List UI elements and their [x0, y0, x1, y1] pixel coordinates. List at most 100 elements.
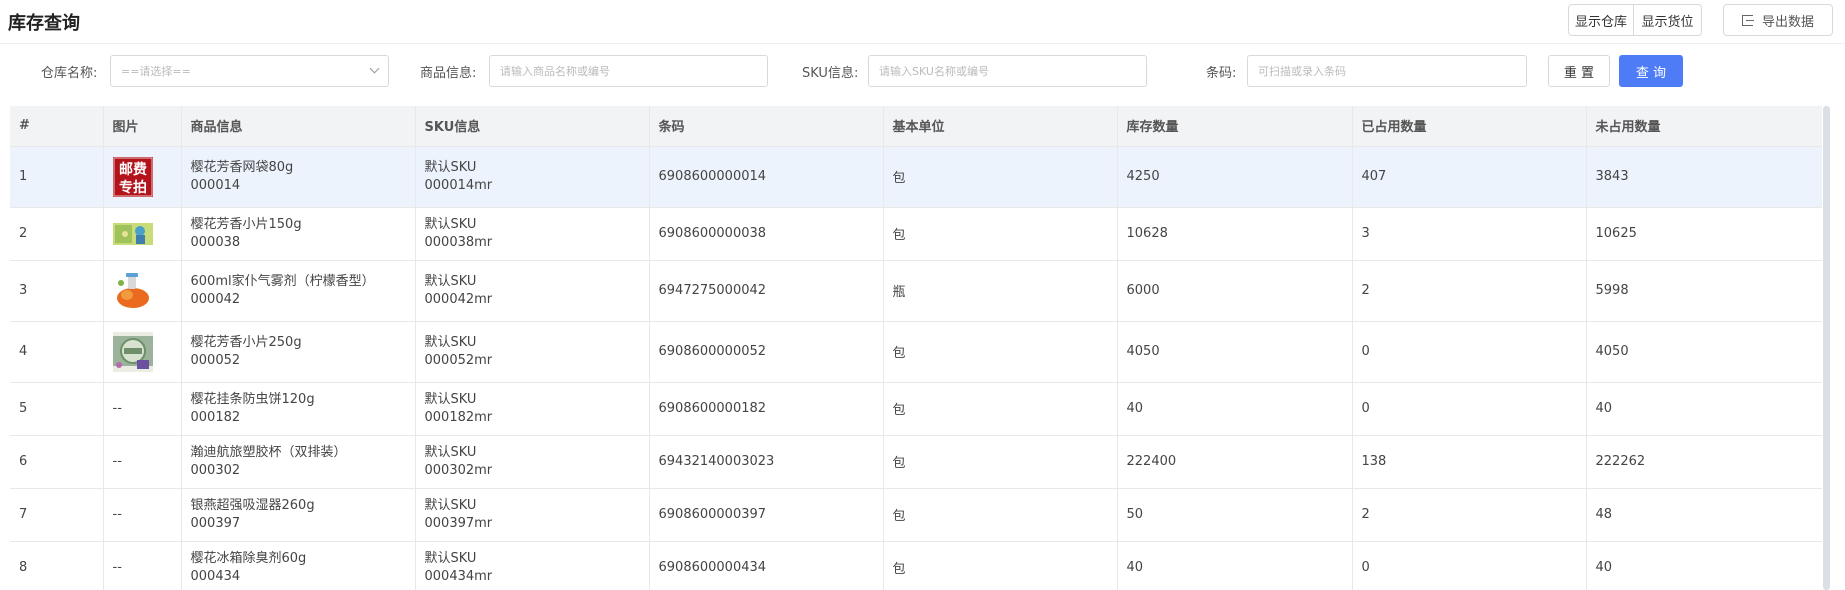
barcode-cell: 6908600000434	[649, 541, 884, 590]
barcode-cell: 69432140003023	[649, 435, 884, 489]
column-header-sku[interactable]: SKU信息	[415, 106, 650, 147]
sku-code: 000014mr	[424, 177, 493, 193]
show-location-button[interactable]: 显示货位	[1634, 4, 1702, 36]
unit-cell: 包	[883, 435, 1118, 489]
table-row[interactable]: 5 -- 樱花挂条防虫饼120g 000182 默认SKU 000182mr 6…	[10, 382, 1822, 436]
column-header-unit[interactable]: 基本单位	[883, 106, 1118, 147]
free-cell: 3843	[1586, 146, 1822, 208]
product-code: 000397	[190, 515, 241, 531]
product-name: 樱花挂条防虫饼120g	[190, 391, 315, 407]
occupied-cell: 0	[1352, 382, 1587, 436]
sku-input-placeholder: 请输入SKU名称或编号	[879, 65, 989, 78]
air-freshener-pack-thumbnail[interactable]	[112, 214, 153, 254]
free-cell: 10625	[1586, 207, 1822, 261]
occupied-cell: 3	[1352, 207, 1587, 261]
free-cell: 40	[1586, 541, 1822, 590]
warehouse-select-placeholder: ==请选择==	[121, 65, 191, 78]
row-index: 8	[10, 541, 104, 590]
product-info-cell: 樱花冰箱除臭剂60g 000434	[181, 541, 416, 590]
sku-code: 000434mr	[424, 568, 493, 584]
inventory-table-container: # 图片 商品信息 SKU信息 条码 基本单位 库存数量 已占用数量 未占用数量…	[10, 106, 1822, 590]
no-image-placeholder: --	[103, 382, 182, 436]
barcode-input-placeholder: 可扫描或录入条码	[1258, 65, 1346, 78]
table-row[interactable]: 2 樱花芳香小片150g 000038 默认SKU 000038mr 69086…	[10, 207, 1822, 261]
column-header-stock[interactable]: 库存数量	[1117, 106, 1353, 147]
sku-name: 默认SKU	[424, 497, 477, 513]
barcode-input[interactable]: 可扫描或录入条码	[1247, 55, 1527, 87]
sku-name: 默认SKU	[424, 159, 477, 175]
product-info-cell: 樱花芳香小片250g 000052	[181, 321, 416, 383]
product-info-cell: 600ml家仆气雾剂（柠檬香型） 000042	[181, 260, 416, 322]
row-index: 1	[10, 146, 104, 208]
column-header-index[interactable]: #	[10, 106, 104, 147]
warehouse-label: 仓库名称:	[41, 66, 98, 81]
free-cell: 48	[1586, 488, 1822, 542]
show-warehouse-button[interactable]: 显示仓库	[1568, 4, 1634, 36]
inventory-table: # 图片 商品信息 SKU信息 条码 基本单位 库存数量 已占用数量 未占用数量…	[10, 106, 1822, 590]
occupied-cell: 0	[1352, 321, 1587, 383]
product-code: 000038	[190, 234, 241, 250]
product-code: 000052	[190, 352, 241, 368]
product-info-cell: 樱花挂条防虫饼120g 000182	[181, 382, 416, 436]
warehouse-select[interactable]: ==请选择==	[110, 55, 389, 87]
sku-name: 默认SKU	[424, 550, 477, 566]
column-header-product[interactable]: 商品信息	[181, 106, 416, 147]
chevron-down-icon	[369, 63, 380, 74]
query-button[interactable]: 查 询	[1619, 55, 1683, 87]
product-name: 600ml家仆气雾剂（柠檬香型）	[190, 273, 375, 289]
product-thumbnail-cell	[103, 260, 182, 322]
sku-code: 000042mr	[424, 291, 493, 307]
orange-spray-bottle-thumbnail[interactable]	[112, 270, 153, 311]
sku-info-cell: 默认SKU 000434mr	[415, 541, 650, 590]
sku-info-cell: 默认SKU 000014mr	[415, 146, 650, 208]
sku-code: 000397mr	[424, 515, 493, 531]
column-header-occupied[interactable]: 已占用数量	[1352, 106, 1587, 147]
sku-name: 默认SKU	[424, 273, 477, 289]
product-label: 商品信息:	[420, 66, 477, 81]
row-index: 7	[10, 488, 104, 542]
table-row[interactable]: 1 邮费 专拍 樱花芳香网袋80g 000014 默认SKU 000014mr	[10, 146, 1822, 208]
table-row[interactable]: 8 -- 樱花冰箱除臭剂60g 000434 默认SKU 000434mr 69…	[10, 541, 1822, 590]
product-code: 000014	[190, 177, 241, 193]
no-image-placeholder: --	[103, 488, 182, 542]
sku-info-cell: 默认SKU 000182mr	[415, 382, 650, 436]
table-row[interactable]: 6 -- 瀚迪航旅塑胶杯（双排装） 000302 默认SKU 000302mr …	[10, 435, 1822, 489]
row-index: 3	[10, 260, 104, 322]
sku-name: 默认SKU	[424, 334, 477, 350]
product-info-cell: 银燕超强吸湿器260g 000397	[181, 488, 416, 542]
product-info-cell: 瀚迪航旅塑胶杯（双排装） 000302	[181, 435, 416, 489]
air-freshener-box-thumbnail[interactable]	[112, 331, 153, 372]
sku-info-cell: 默认SKU 000302mr	[415, 435, 650, 489]
occupied-cell: 2	[1352, 260, 1587, 322]
sku-name: 默认SKU	[424, 391, 477, 407]
export-data-button[interactable]: 导出数据	[1723, 4, 1833, 36]
product-thumbnail-cell	[103, 207, 182, 261]
product-input[interactable]: 请输入商品名称或编号	[489, 55, 768, 87]
display-toggle-group: 显示仓库 显示货位	[1568, 4, 1702, 36]
stock-cell: 4050	[1117, 321, 1353, 383]
reset-button[interactable]: 重 置	[1548, 55, 1610, 87]
product-code: 000182	[190, 409, 241, 425]
barcode-cell: 6908600000182	[649, 382, 884, 436]
unit-cell: 包	[883, 146, 1118, 208]
occupied-cell: 0	[1352, 541, 1587, 590]
column-header-barcode[interactable]: 条码	[649, 106, 884, 147]
column-header-image[interactable]: 图片	[103, 106, 182, 147]
table-row[interactable]: 7 -- 银燕超强吸湿器260g 000397 默认SKU 000397mr 6…	[10, 488, 1822, 542]
occupied-cell: 407	[1352, 146, 1587, 208]
table-row[interactable]: 4 樱花芳香小片250g 000052 默认SKU 000052mr 69086…	[10, 321, 1822, 383]
table-row[interactable]: 3 600ml家仆气雾剂（柠檬香型） 000042 默认SKU 000042mr…	[10, 260, 1822, 322]
sku-label: SKU信息:	[802, 66, 859, 81]
table-scrollbar[interactable]	[1823, 106, 1830, 590]
occupied-cell: 138	[1352, 435, 1587, 489]
sku-input[interactable]: 请输入SKU名称或编号	[868, 55, 1147, 87]
unit-cell: 瓶	[883, 260, 1118, 322]
row-index: 6	[10, 435, 104, 489]
product-name: 樱花芳香网袋80g	[190, 159, 294, 175]
unit-cell: 包	[883, 382, 1118, 436]
column-header-free[interactable]: 未占用数量	[1586, 106, 1822, 147]
sku-info-cell: 默认SKU 000042mr	[415, 260, 650, 322]
export-data-label: 导出数据	[1761, 14, 1814, 30]
barcode-cell: 6908600000397	[649, 488, 884, 542]
postage-sticker-thumbnail[interactable]: 邮费 专拍	[112, 156, 153, 197]
